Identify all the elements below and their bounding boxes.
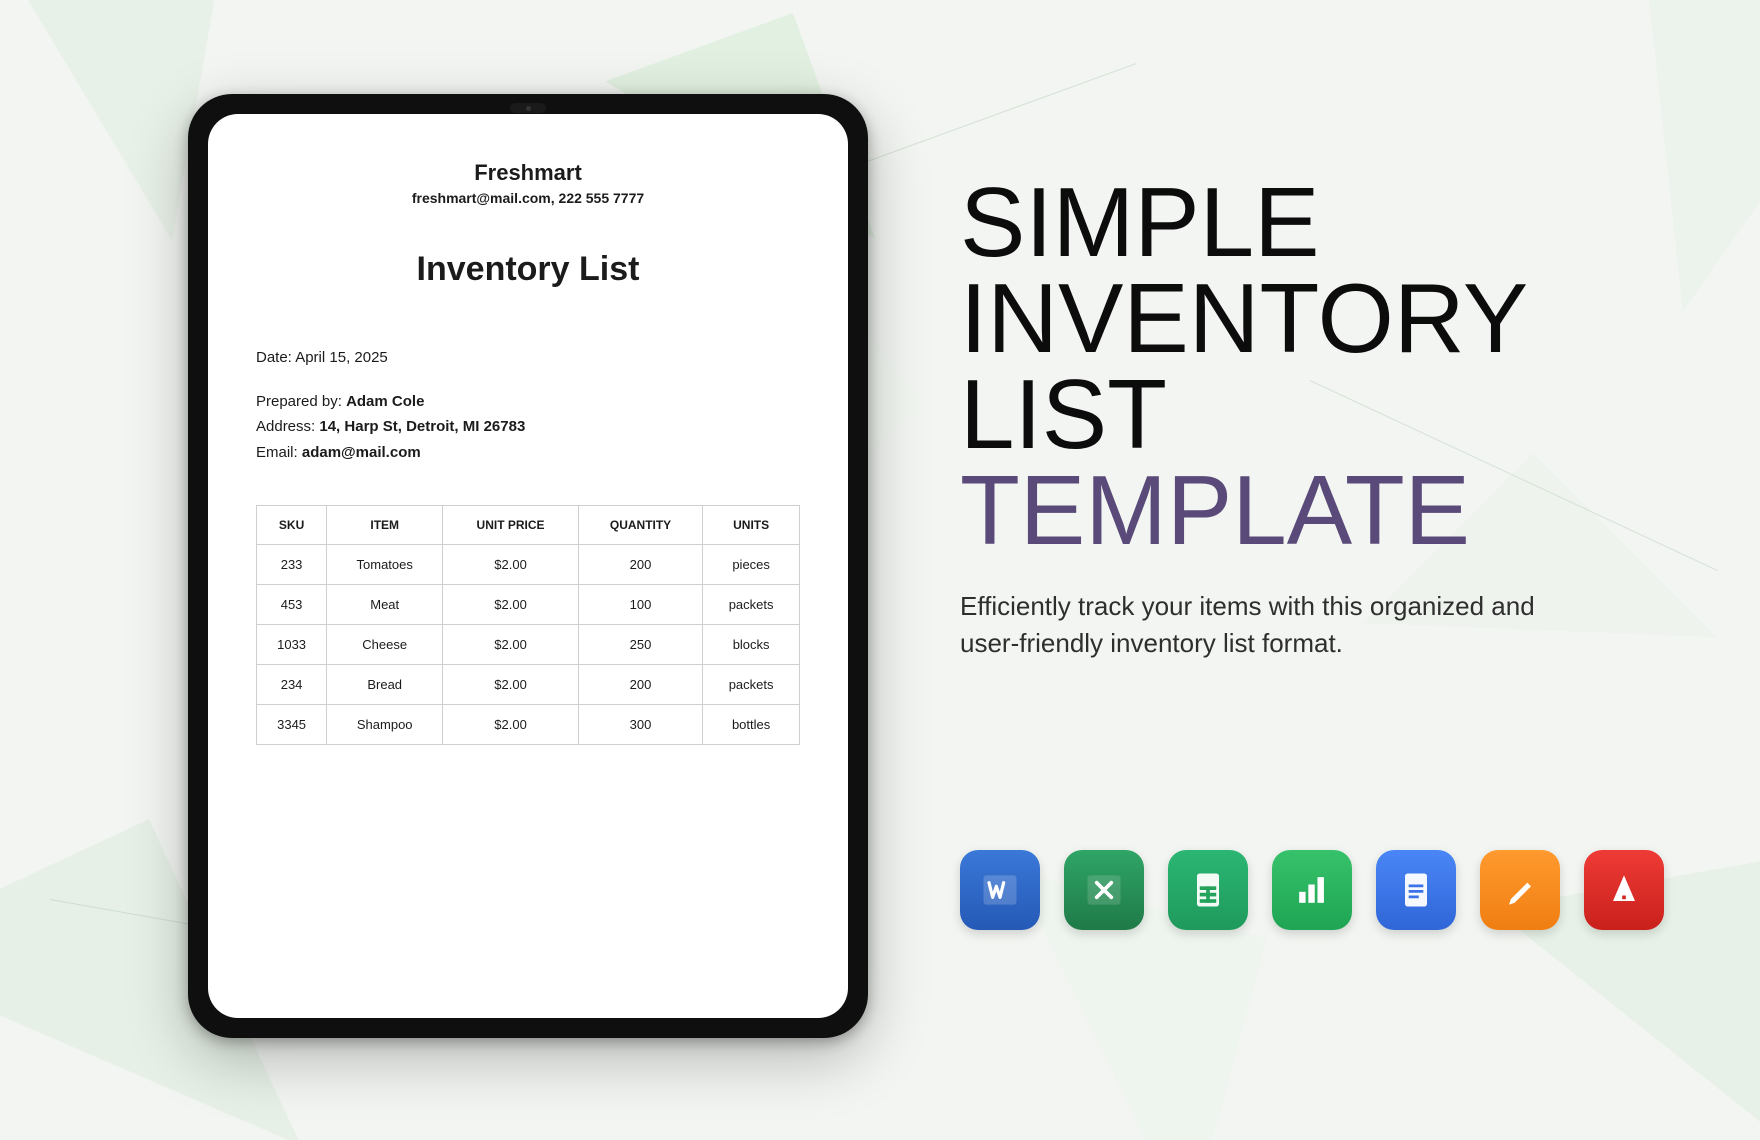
cell-sku: 3345 [257,705,327,745]
heading-line-2: INVENTORY [960,270,1660,366]
cell-sku: 233 [257,545,327,585]
address-value: 14, Harp St, Detroit, MI 26783 [319,418,525,435]
date-value: April 15, 2025 [295,349,388,366]
document-title: Inventory List [256,250,800,289]
cell-price: $2.00 [443,545,579,585]
cell-qty: 100 [578,585,702,625]
cell-qty: 200 [578,545,702,585]
numbers-icon [1272,850,1352,930]
template-promo-stage: Freshmart freshmart@mail.com, 222 555 77… [0,0,1760,1140]
table-row: 3345 Shampoo $2.00 300 bottles [257,705,800,745]
tablet-mockup: Freshmart freshmart@mail.com, 222 555 77… [188,94,868,1038]
table-row: 233 Tomatoes $2.00 200 pieces [257,545,800,585]
cell-price: $2.00 [443,585,579,625]
table-row: 234 Bread $2.00 200 packets [257,665,800,705]
document-meta: Date: April 15, 2025 Prepared by: Adam C… [256,345,800,465]
table-row: 1033 Cheese $2.00 250 blocks [257,625,800,665]
address-label: Address: [256,418,315,435]
cell-item: Bread [327,665,443,705]
col-units: UNITS [703,506,800,545]
cell-units: packets [703,585,800,625]
google-sheets-icon [1168,850,1248,930]
meta-email: Email: adam@mail.com [256,440,800,466]
promo-subtitle: Efficiently track your items with this o… [960,588,1580,661]
meta-prepared: Prepared by: Adam Cole [256,389,800,415]
company-contact: freshmart@mail.com, 222 555 7777 [256,190,800,206]
col-item: ITEM [327,506,443,545]
inventory-table: SKU ITEM UNIT PRICE QUANTITY UNITS 233 T… [256,505,800,745]
excel-icon [1064,850,1144,930]
cell-price: $2.00 [443,665,579,705]
cell-units: bottles [703,705,800,745]
cell-units: blocks [703,625,800,665]
cell-item: Tomatoes [327,545,443,585]
company-name: Freshmart [256,160,800,186]
table-header-row: SKU ITEM UNIT PRICE QUANTITY UNITS [257,506,800,545]
cell-sku: 1033 [257,625,327,665]
cell-price: $2.00 [443,625,579,665]
google-docs-icon [1376,850,1456,930]
date-label: Date: [256,349,292,366]
cell-price: $2.00 [443,705,579,745]
meta-address: Address: 14, Harp St, Detroit, MI 26783 [256,414,800,440]
table-row: 453 Meat $2.00 100 packets [257,585,800,625]
promo-heading: SIMPLE INVENTORY LIST TEMPLATE [960,174,1660,558]
cell-sku: 234 [257,665,327,705]
cell-qty: 250 [578,625,702,665]
cell-qty: 300 [578,705,702,745]
pdf-icon [1584,850,1664,930]
cell-item: Cheese [327,625,443,665]
prepared-label: Prepared by: [256,393,342,410]
format-icon-row [960,850,1664,930]
col-quantity: QUANTITY [578,506,702,545]
col-sku: SKU [257,506,327,545]
word-icon [960,850,1040,930]
meta-date: Date: April 15, 2025 [256,345,800,371]
col-unitprice: UNIT PRICE [443,506,579,545]
document-header: Freshmart freshmart@mail.com, 222 555 77… [256,160,800,206]
cell-sku: 453 [257,585,327,625]
pages-icon [1480,850,1560,930]
cell-item: Shampoo [327,705,443,745]
email-label: Email: [256,444,298,461]
email-value: adam@mail.com [302,444,421,461]
camera-icon [510,103,546,113]
cell-units: packets [703,665,800,705]
document-preview: Freshmart freshmart@mail.com, 222 555 77… [208,114,848,1018]
heading-line-3: LIST [960,366,1660,462]
cell-item: Meat [327,585,443,625]
promo-text: SIMPLE INVENTORY LIST TEMPLATE Efficient… [960,174,1660,661]
heading-line-1: SIMPLE [960,174,1660,270]
cell-qty: 200 [578,665,702,705]
heading-line-4: TEMPLATE [960,462,1660,558]
cell-units: pieces [703,545,800,585]
tablet-screen: Freshmart freshmart@mail.com, 222 555 77… [208,114,848,1018]
prepared-value: Adam Cole [346,393,424,410]
